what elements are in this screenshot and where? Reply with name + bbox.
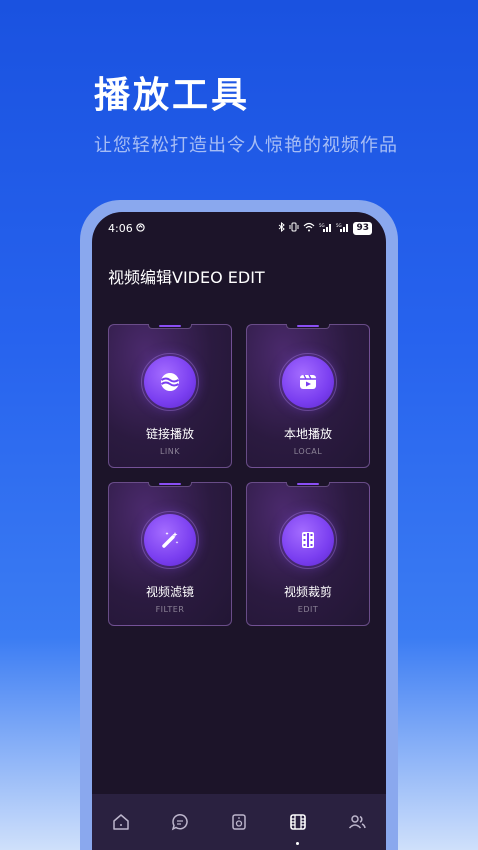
film-icon: [288, 812, 308, 836]
phone-screen: 4:06 5G 5G 93 视频编辑VIDEO EDIT 链接播放 LINK 本…: [92, 212, 386, 850]
video-folder-icon: [282, 356, 334, 408]
card-label: 视频滤镜: [145, 585, 194, 599]
card-label: 链接播放: [145, 427, 194, 441]
card-sublabel: EDIT: [297, 605, 319, 614]
sync-icon: [136, 222, 145, 235]
vibrate-icon: [289, 222, 299, 235]
home-icon: [111, 812, 131, 836]
svg-text:5G: 5G: [319, 223, 325, 228]
card-sublabel: FILTER: [155, 605, 185, 614]
local-play-card[interactable]: 本地播放 LOCAL: [246, 324, 370, 468]
tab-film[interactable]: [283, 812, 313, 845]
signal-icon-1: 5G: [319, 222, 332, 235]
magic-wand-icon: [144, 514, 196, 566]
battery-indicator: 93: [353, 221, 372, 235]
svg-text:5G: 5G: [336, 223, 342, 228]
signal-icon-2: 5G: [336, 222, 349, 235]
video-filter-card[interactable]: 视频滤镜 FILTER: [108, 482, 232, 626]
tab-speaker[interactable]: [224, 812, 254, 836]
tab-users[interactable]: [342, 812, 372, 836]
link-play-card[interactable]: 链接播放 LINK: [108, 324, 232, 468]
active-tab-indicator: [296, 842, 300, 845]
chat-icon: [170, 812, 190, 836]
planet-icon: [144, 356, 196, 408]
tab-home[interactable]: [106, 812, 136, 836]
card-label: 视频裁剪: [283, 585, 332, 599]
card-notch: [148, 482, 192, 487]
phone-frame: 4:06 5G 5G 93 视频编辑VIDEO EDIT 链接播放 LINK 本…: [80, 200, 398, 850]
status-bar: 4:06 5G 5G 93: [92, 212, 386, 244]
page-title: 视频编辑VIDEO EDIT: [108, 268, 265, 287]
card-notch: [148, 324, 192, 329]
status-time: 4:06: [108, 221, 133, 235]
card-label: 本地播放: [283, 427, 332, 441]
card-sublabel: LOCAL: [293, 447, 323, 456]
hero-subtitle: 让您轻松打造出令人惊艳的视频作品: [94, 135, 398, 156]
hero-title: 播放工具: [94, 75, 251, 116]
tab-chat[interactable]: [165, 812, 195, 836]
film-strip-icon: [282, 514, 334, 566]
wifi-icon: [303, 222, 315, 235]
card-sublabel: LINK: [159, 447, 181, 456]
bluetooth-icon: [278, 221, 286, 235]
card-notch: [286, 324, 330, 329]
users-icon: [347, 812, 367, 836]
video-crop-card[interactable]: 视频裁剪 EDIT: [246, 482, 370, 626]
card-notch: [286, 482, 330, 487]
bottom-tab-bar: [92, 794, 386, 850]
speaker-icon: [229, 812, 249, 836]
